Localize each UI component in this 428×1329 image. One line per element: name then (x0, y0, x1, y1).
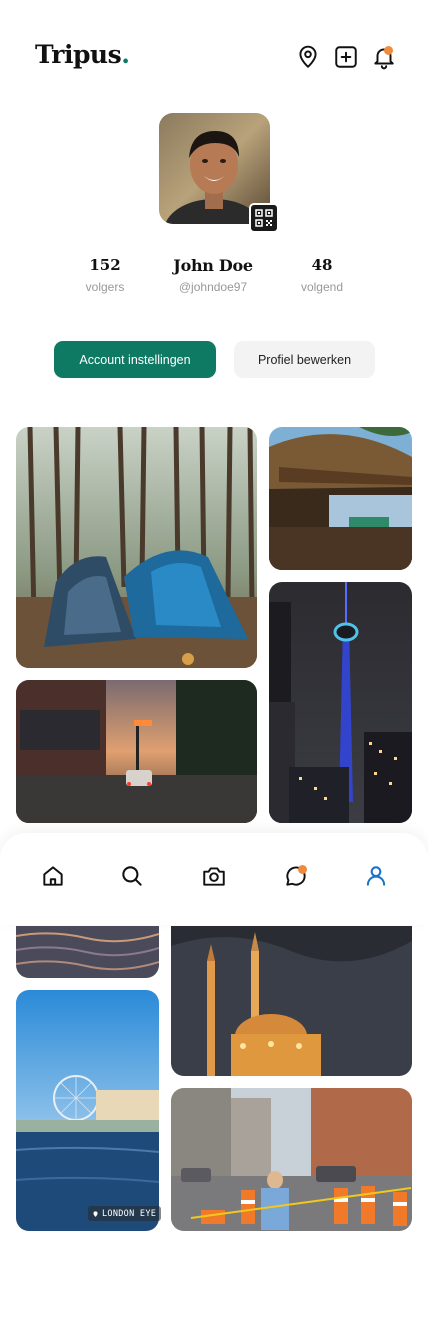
photo-tile[interactable] (16, 990, 159, 1231)
followers-stat[interactable]: 152 volgers (75, 256, 135, 294)
bottom-nav (0, 833, 428, 925)
followers-count: 152 (89, 256, 121, 274)
qr-code-button[interactable] (249, 203, 279, 233)
app-header: Tripus. (0, 0, 428, 110)
profile-handle: @johndoe97 (178, 280, 248, 294)
following-stat[interactable]: 48 volgend (292, 256, 352, 294)
photo-tile[interactable] (171, 1088, 412, 1231)
notification-badge (384, 46, 393, 55)
location-pin-icon (93, 1210, 98, 1217)
profile-icon[interactable] (363, 863, 389, 889)
qr-code-icon (255, 209, 273, 227)
chat-badge (298, 865, 307, 874)
profile-identity: John Doe @johndoe97 (158, 256, 268, 294)
profile-name: John Doe (173, 256, 253, 275)
add-post-icon[interactable] (333, 44, 359, 70)
map-pin-icon[interactable] (295, 44, 321, 70)
photo-tile[interactable] (269, 427, 412, 570)
following-label: volgend (300, 280, 344, 294)
location-tag: LONDON EYE (88, 1206, 162, 1221)
following-count: 48 (311, 256, 333, 274)
account-settings-button[interactable]: Account instellingen (54, 341, 216, 378)
app-logo[interactable]: Tripus. (35, 40, 130, 69)
photo-tile[interactable] (171, 926, 412, 1076)
photo-tile[interactable] (16, 427, 257, 668)
camera-icon[interactable] (201, 863, 227, 889)
photo-tile[interactable] (16, 926, 159, 978)
home-icon[interactable] (40, 863, 66, 889)
search-icon[interactable] (119, 863, 145, 889)
photo-tile[interactable] (269, 582, 412, 823)
photo-tile[interactable] (16, 680, 257, 823)
edit-profile-button[interactable]: Profiel bewerken (234, 341, 375, 378)
followers-label: volgers (85, 280, 125, 294)
